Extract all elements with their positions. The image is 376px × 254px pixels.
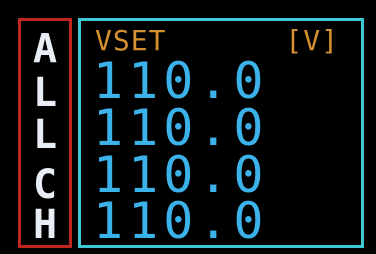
voltage-value-row: 110.0 — [93, 52, 269, 110]
device-display: A L L C H VSET [V] 110.0 110.0 110.0 110… — [0, 0, 376, 254]
unit-label: [V] — [285, 24, 339, 57]
voltage-value-row: 110.0 — [93, 192, 269, 250]
channel-label-panel: A L L C H — [18, 18, 72, 248]
channel-letter-a: A — [32, 26, 58, 72]
voltage-set-panel: VSET [V] 110.0 110.0 110.0 110.0 — [78, 18, 364, 248]
channel-letter-l2: L — [32, 112, 58, 158]
channel-letter-c: C — [32, 162, 58, 208]
channel-letter-l1: L — [32, 70, 58, 116]
voltage-value-row: 110.0 — [93, 99, 269, 157]
channel-letter-h: H — [32, 202, 58, 248]
